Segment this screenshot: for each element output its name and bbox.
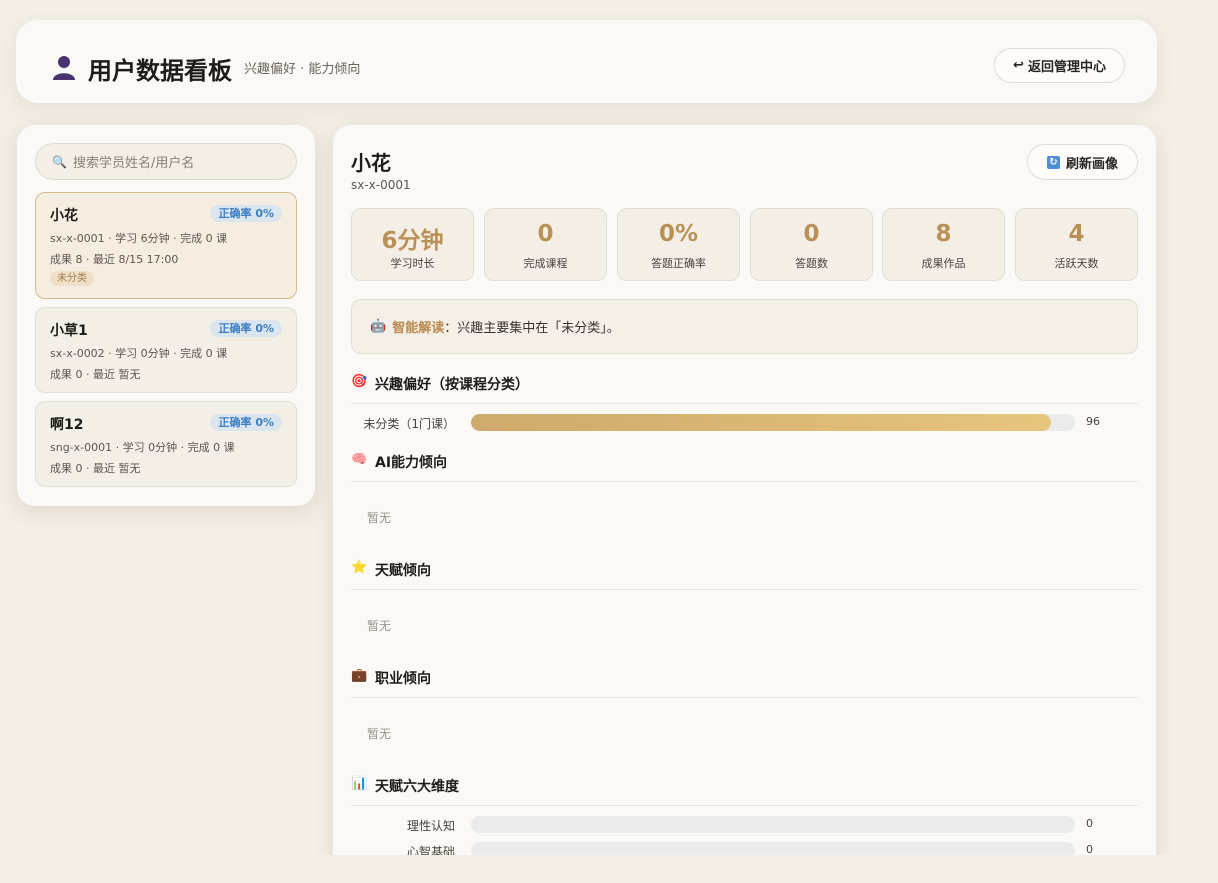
stat-label: 学习时长 (390, 257, 435, 270)
refresh-profile-button[interactable]: ↻ 刷新画像 (1027, 144, 1138, 180)
bar-track (471, 816, 1075, 833)
stat-value: 0% (658, 221, 699, 247)
stat-card: 0 完成课程 (484, 208, 607, 281)
target-icon: 🎯 (351, 374, 368, 389)
user-icon (53, 56, 75, 80)
back-to-admin-button[interactable]: ↩ 返回管理中心 (994, 48, 1125, 83)
stat-card: 4 活跃天数 (1015, 208, 1138, 281)
accuracy-badge: 正确率 0% (210, 414, 282, 431)
accuracy-badge: 正确率 0% (210, 205, 282, 222)
student-card[interactable]: 小草1 正确率 0% sx-x-0002 · 学习 0分钟 · 完成 0 课 成… (35, 307, 297, 393)
star-icon: ⭐ (351, 560, 368, 575)
stat-value: 4 (1068, 221, 1085, 247)
briefcase-icon: 💼 (351, 668, 368, 683)
stat-label: 完成课程 (523, 257, 568, 270)
six-dimensions-title: 天赋六大维度 (375, 779, 459, 795)
stat-card: 6分钟 学习时长 (351, 208, 474, 281)
stat-card: 8 成果作品 (882, 208, 1005, 281)
talent-title: 天赋倾向 (375, 563, 431, 579)
robot-icon: 🤖 (370, 319, 387, 334)
student-card[interactable]: 小花 正确率 0% sx-x-0001 · 学习 6分钟 · 完成 0 课 成果… (35, 192, 297, 299)
refresh-button-label: 刷新画像 (1065, 156, 1118, 172)
bar-track (471, 842, 1075, 855)
talent-section-title: ⭐ 天赋倾向 (351, 560, 1138, 590)
page-title: 用户数据看板 (88, 56, 232, 85)
stat-label: 答题正确率 (651, 257, 706, 270)
brain-icon: 🧠 (351, 452, 368, 467)
stat-label: 成果作品 (921, 257, 966, 270)
interest-bar-row: 未分类（1门课） 96 (351, 414, 1138, 432)
dimension-bar-row: 理性认知 0 (351, 816, 1138, 834)
student-sidebar: 🔍 搜索学员姓名/用户名 小花 正确率 0% sx-x-0001 · 学习 6分… (17, 125, 315, 506)
student-recent: 成果 8 · 最近 8/15 17:00 (50, 253, 179, 266)
return-arrow-icon: ↩ (1013, 58, 1024, 73)
stat-label: 活跃天数 (1054, 257, 1099, 270)
bar-value: 0 (1086, 817, 1093, 830)
bar-label: 未分类（1门课） (363, 417, 455, 431)
interest-section-title: 🎯 兴趣偏好（按课程分类） (351, 374, 1138, 404)
viewport: 用户数据看板 兴趣偏好 · 能力倾向 ↩ 返回管理中心 🔍 搜索学员姓名/用户名… (0, 0, 1172, 855)
talent-empty-text: 暂无 (367, 619, 392, 633)
smart-insight: 🤖 智能解读 ：兴趣主要集中在「未分类」。 (351, 299, 1138, 354)
ai-section-title: 🧠 AI能力倾向 (351, 452, 1138, 482)
insight-text: ：兴趣主要集中在「未分类」。 (444, 321, 620, 336)
stat-value: 0 (537, 221, 554, 247)
career-title: 职业倾向 (375, 671, 431, 687)
search-icon: 🔍 (52, 154, 67, 169)
student-name: 小花 (50, 208, 78, 224)
bar-chart-icon: 📊 (351, 776, 368, 791)
bar-label: 心智基础 (406, 845, 455, 855)
profile-uid: sx-x-0001 (351, 178, 411, 192)
stat-value: 0 (803, 221, 820, 247)
bar-fill (471, 414, 1051, 431)
insight-label: 智能解读 (392, 321, 445, 336)
stat-value: 8 (935, 221, 952, 247)
stat-label: 答题数 (795, 257, 828, 270)
student-name: 小草1 (50, 323, 88, 339)
student-name: 啊12 (50, 417, 84, 433)
dimension-bar-row: 心智基础 0 (351, 842, 1138, 855)
search-input[interactable]: 🔍 搜索学员姓名/用户名 (35, 143, 297, 180)
student-recent: 成果 0 · 最近 暂无 (50, 462, 141, 475)
refresh-icon: ↻ (1046, 155, 1060, 169)
interest-title: 兴趣偏好（按课程分类） (375, 377, 529, 393)
stat-card: 0 答题数 (750, 208, 873, 281)
ai-empty-text: 暂无 (367, 511, 392, 525)
page-header: 用户数据看板 兴趣偏好 · 能力倾向 ↩ 返回管理中心 (16, 20, 1157, 103)
page-subtitle: 兴趣偏好 · 能力倾向 (244, 62, 361, 77)
search-placeholder: 搜索学员姓名/用户名 (72, 156, 195, 171)
student-recent: 成果 0 · 最近 暂无 (50, 368, 141, 381)
six-dimensions-section-title: 📊 天赋六大维度 (351, 776, 1138, 806)
student-meta: sx-x-0002 · 学习 0分钟 · 完成 0 课 (50, 347, 228, 360)
stat-card: 0% 答题正确率 (617, 208, 740, 281)
profile-panel: 小花 sx-x-0001 ↻ 刷新画像 6分钟 学习时长 0 完成课程 0% 答… (333, 125, 1156, 855)
category-tag: 未分类 (50, 271, 94, 286)
accuracy-badge: 正确率 0% (210, 320, 282, 337)
back-button-label: 返回管理中心 (1027, 60, 1106, 75)
bar-track (471, 414, 1075, 431)
career-empty-text: 暂无 (367, 727, 392, 741)
ai-title: AI能力倾向 (375, 455, 448, 471)
bar-label: 理性认知 (406, 819, 455, 833)
student-meta: sx-x-0001 · 学习 6分钟 · 完成 0 课 (50, 232, 228, 245)
student-card[interactable]: 啊12 正确率 0% sng-x-0001 · 学习 0分钟 · 完成 0 课 … (35, 401, 297, 487)
student-meta: sng-x-0001 · 学习 0分钟 · 完成 0 课 (50, 441, 235, 454)
career-section-title: 💼 职业倾向 (351, 668, 1138, 698)
bar-value: 0 (1086, 843, 1093, 855)
bar-value: 96 (1086, 415, 1100, 428)
stat-value: 6分钟 (381, 228, 444, 254)
profile-name: 小花 (351, 151, 391, 175)
